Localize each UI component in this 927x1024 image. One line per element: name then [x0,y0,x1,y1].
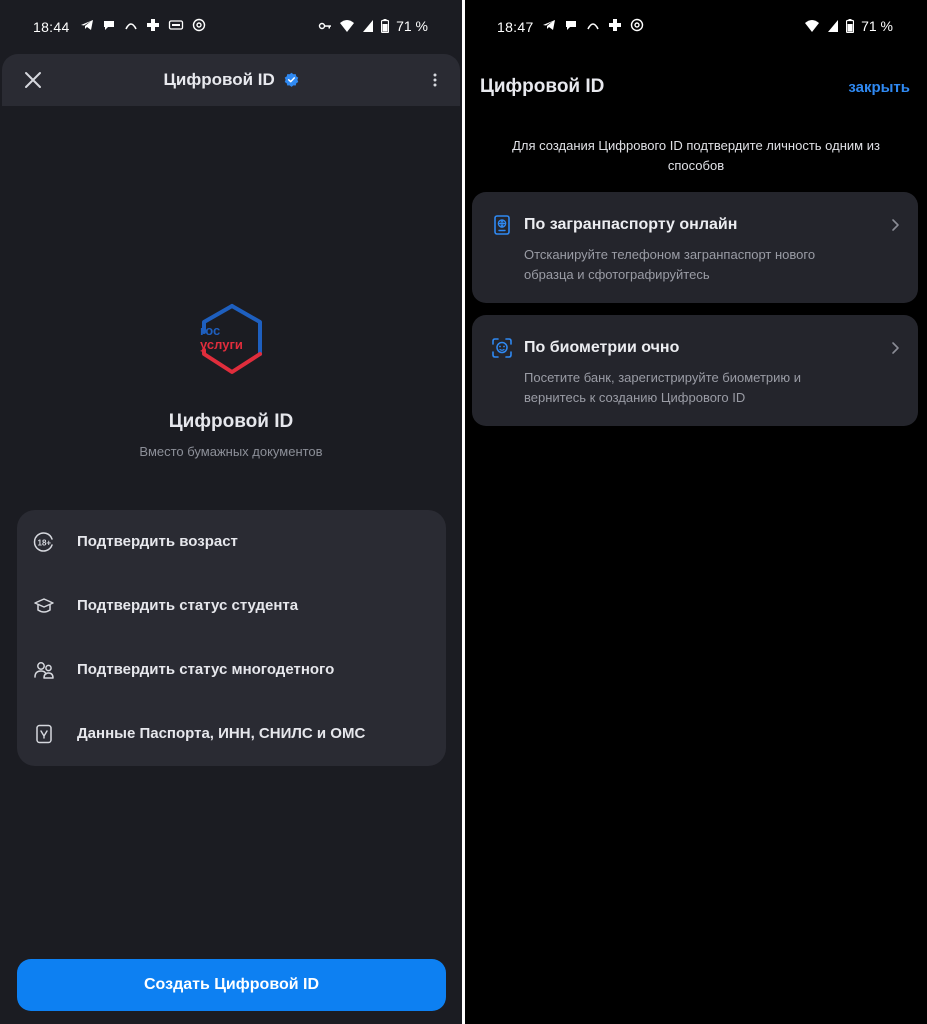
hero-subtitle: Вместо бумажных документов [139,444,323,459]
page-title-text: Цифровой ID [163,70,275,89]
page-title: Цифровой ID [2,70,460,90]
at-icon [630,18,644,32]
svg-text:18+: 18+ [38,539,52,548]
menu-item-label: Подтвердить статус студента [77,597,299,614]
vpn-key-icon [318,22,332,30]
page-title: Цифровой ID [480,76,605,97]
family-icon [34,662,54,679]
plus-icon [609,19,621,31]
option-description: Отсканируйте телефоном загранпаспорт нов… [524,247,816,282]
notification-icons [542,18,644,32]
battery-percent: 71 % [396,18,428,34]
gosuslugi-logo: гос услуги [200,304,262,374]
more-vertical-icon[interactable] [430,70,440,90]
hero-title: Цифровой ID [168,411,294,432]
wifi-icon [340,20,355,32]
chat-bubble-icon [566,21,576,30]
signal-icon [828,20,839,32]
battery-percent: 71 % [861,18,893,34]
status-bar: 18:44 71 % [0,0,462,54]
face-scan-icon [492,338,512,358]
status-bar: 18:47 71 % [465,0,927,54]
battery-icon [846,19,855,33]
passport-icon [494,215,510,235]
battery-icon [381,19,390,33]
intro-text: Для создания Цифрового ID подтвердите ли… [512,138,880,173]
verified-badge-icon [284,72,298,87]
status-time: 18:44 [33,19,70,35]
logo-text-uslugi: услуги [200,337,243,352]
menu-item-documents-data[interactable]: Данные Паспорта, ИНН, СНИЛС и ОМС [17,702,446,766]
arc-icon [125,23,137,30]
option-description: Посетите банк, зарегистрируйте биометрию… [524,370,802,405]
option-title: По загранпаспорту онлайн [524,216,738,233]
telegram-icon [543,20,555,30]
chat-bubble-icon [104,21,114,30]
card-icon [168,20,184,30]
age-18-icon: 18+ [33,532,53,552]
telegram-icon [81,20,93,30]
chevron-right-icon [892,219,899,231]
system-icons: 71 % [804,18,893,34]
logo-text-gos: гос [200,323,220,338]
option-biometrics-in-person[interactable]: По биометрии очно Посетите банк, зарегис… [472,315,918,426]
right-screen: 18:47 71 % Цифровой ID закрыть Для созда… [465,0,927,1024]
menu-item-confirm-large-family[interactable]: Подтвердить статус многодетного [17,638,446,702]
signal-icon [363,20,374,32]
menu-card: 18+ Подтвердить возраст Подтвердить стат… [17,510,446,766]
wifi-icon [805,20,820,32]
chevron-right-icon [892,342,899,354]
top-bar: Цифровой ID [2,54,460,106]
option-title: По биометрии очно [524,339,680,356]
menu-item-confirm-age[interactable]: 18+ Подтвердить возраст [17,510,446,574]
menu-item-label: Данные Паспорта, ИНН, СНИЛС и ОМС [77,725,366,742]
menu-item-label: Подтвердить статус многодетного [77,661,335,678]
arc-icon [587,23,599,30]
close-link[interactable]: закрыть [848,79,910,96]
create-digital-id-button[interactable]: Создать Цифровой ID [17,959,446,1011]
status-time: 18:47 [497,19,534,35]
passport-emblem-icon [36,724,52,744]
menu-item-confirm-student[interactable]: Подтвердить статус студента [17,574,446,638]
plus-icon [147,19,159,31]
left-screen: 18:44 71 % Цифровой ID гос услуги Цифров… [0,0,462,1024]
menu-item-label: Подтвердить возраст [77,533,238,550]
notification-icons [80,18,206,32]
option-passport-online[interactable]: По загранпаспорту онлайн Отсканируйте те… [472,192,918,303]
graduation-cap-icon [34,598,54,613]
system-icons: 71 % [318,18,428,34]
at-icon [192,18,206,32]
